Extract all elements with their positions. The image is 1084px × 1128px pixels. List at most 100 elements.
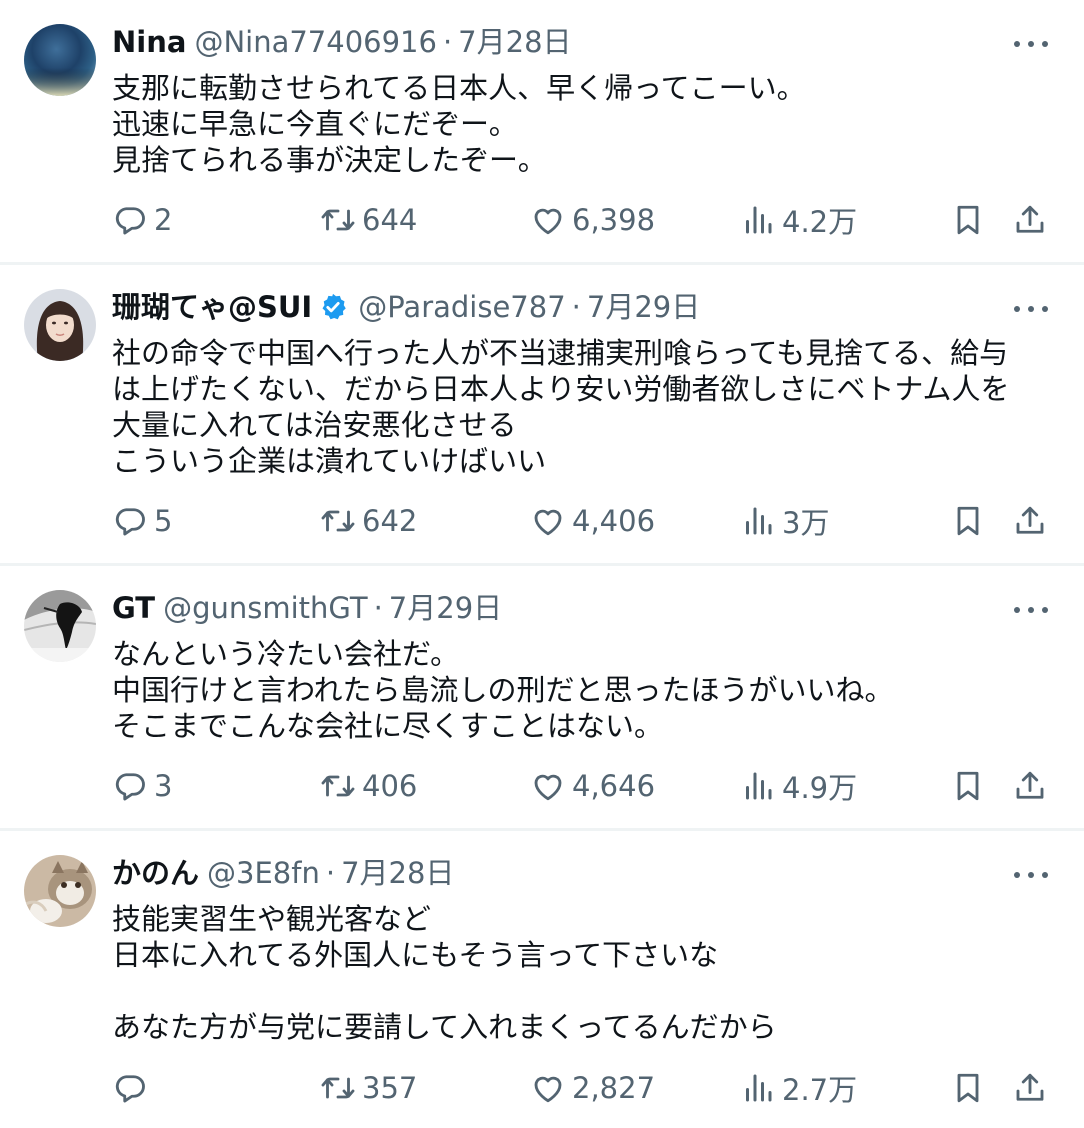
avatar-nina[interactable] [24,24,96,96]
repost-button[interactable]: 644 [320,198,417,242]
display-name[interactable]: かのん [112,853,199,893]
display-name[interactable]: Nina [112,22,186,62]
repost-button[interactable]: 642 [320,499,417,543]
tweet-4[interactable]: かのん @3E8fn · 7月28日 技能実習生や観光客など 日本に入れてる外国… [0,831,1084,1128]
share-button[interactable] [1012,764,1048,808]
views-count: 3万 [782,506,830,540]
action-bar: 2 644 6,398 4.2万 [112,198,1054,242]
handle[interactable]: @gunsmithGT [163,588,368,628]
share-icon [1016,1073,1044,1101]
handle[interactable]: @3E8fn [207,853,320,893]
tweet-1[interactable]: Nina @Nina77406916 · 7月28日 支那に転勤させられてる日本… [0,0,1084,262]
tweet-text-line: そこまでこんな会社に尽くすことはない。 [112,709,664,743]
tweet-header: GT @gunsmithGT · 7月29日 [112,588,1044,628]
avatar-sui[interactable] [24,289,96,361]
repost-icon [321,775,355,797]
tweet-text-line: 社の命令で中国へ行った人が不当逮捕実刑喰らっても見捨てる、給与 [112,336,1009,370]
share-button[interactable] [1012,198,1048,242]
more-icon[interactable] [1014,605,1048,615]
action-bar: 357 2,827 2.7万 [112,1066,1054,1110]
views-button[interactable]: 4.9万 [740,764,857,808]
like-button[interactable]: 6,398 [530,198,655,242]
share-button[interactable] [1012,1066,1048,1110]
reply-button[interactable]: 2 [112,198,172,242]
repost-button[interactable]: 357 [320,1066,417,1110]
repost-count: 644 [362,203,418,237]
bookmark-icon [957,506,979,536]
reply-button[interactable]: 5 [112,499,172,543]
tweet-text: 支那に転勤させられてる日本人、早く帰ってこーい。 迅速に早急に今直ぐにだぞー。 … [112,70,1054,178]
verified-badge-icon [322,293,346,320]
share-icon [1016,205,1044,233]
more-icon[interactable] [1014,304,1048,314]
tweet-text: なんという冷たい会社だ。 中国行けと言われたら島流しの刑だと思ったほうがいいね。… [112,636,1054,744]
like-button[interactable]: 2,827 [530,1066,655,1110]
separator-dot: · [442,25,453,59]
share-icon [1016,771,1044,799]
like-icon [534,774,562,801]
separator-dot: · [373,591,383,625]
reply-button[interactable] [112,1066,154,1110]
reply-icon [115,1075,145,1103]
tweet-3[interactable]: GT @gunsmithGT · 7月29日 なんという冷たい会社だ。 中国行け… [0,566,1084,828]
like-icon [534,208,562,235]
bookmark-button[interactable] [950,764,986,808]
like-count: 2,827 [572,1071,656,1105]
repost-icon [321,1077,355,1099]
tweet-date[interactable]: 7月28日 [341,853,454,893]
avatar-gt[interactable] [24,590,96,662]
tweet-date[interactable]: 7月29日 [587,287,700,327]
tweet-2[interactable]: 珊瑚てゃ@SUI @Paradise787 · 7月29日 社の命令で中国へ行っ… [0,265,1084,563]
reply-icon [115,773,145,801]
more-icon[interactable] [1014,870,1048,880]
like-count: 4,406 [572,504,656,538]
repost-count: 357 [362,1071,418,1105]
bookmark-button[interactable] [950,198,986,242]
bookmark-icon [957,205,979,235]
repost-button[interactable]: 406 [320,764,417,808]
bookmark-button[interactable] [950,499,986,543]
share-button[interactable] [1012,499,1048,543]
views-button[interactable]: 2.7万 [740,1066,857,1110]
more-icon[interactable] [1014,39,1048,49]
tweet-header: かのん @3E8fn · 7月28日 [112,853,1044,893]
like-count: 4,646 [572,769,656,803]
views-icon [746,1074,772,1102]
tweet-date[interactable]: 7月29日 [389,588,502,628]
tweet-text-line: 大量に入れては治安悪化させる [112,408,517,442]
views-count: 4.9万 [782,771,858,805]
bookmark-icon [957,771,979,801]
separator-dot: · [325,856,336,890]
reply-button[interactable]: 3 [112,764,172,808]
display-name[interactable]: GT [112,588,155,628]
tweet-text-line: 支那に転勤させられてる日本人、早く帰ってこーい。 [112,71,806,105]
tweet-header: 珊瑚てゃ@SUI @Paradise787 · 7月29日 [112,287,1044,327]
repost-count: 406 [362,769,418,803]
action-bar: 3 406 4,646 4.9万 [112,764,1054,808]
share-icon [1016,506,1044,534]
tweet-text-line: は上げたくない、だから日本人より安い労働者欲しさにベトナム人を [112,372,1010,406]
reply-feed: Nina @Nina77406916 · 7月28日 支那に転勤させられてる日本… [0,0,1084,1128]
like-icon [534,1076,562,1103]
like-count: 6,398 [572,203,656,237]
tweet-text-line: 中国行けと言われたら島流しの刑だと思ったほうがいいね。 [112,673,894,707]
tweet-text-line: 技能実習生や観光客など [112,902,432,936]
views-icon [746,507,772,535]
like-button[interactable]: 4,646 [530,764,655,808]
views-button[interactable]: 3万 [740,499,829,543]
tweet-text: 技能実習生や観光客など 日本に入れてる外国人にもそう言って下さいな あなた方が与… [112,901,1054,1045]
views-button[interactable]: 4.2万 [740,198,857,242]
views-count: 4.2万 [782,205,858,239]
tweet-date[interactable]: 7月28日 [458,22,571,62]
tweet-text-line: あなた方が与党に要請して入れまくってるんだから [112,1010,777,1044]
bookmark-button[interactable] [950,1066,986,1110]
views-count: 2.7万 [782,1073,858,1107]
like-button[interactable]: 4,406 [530,499,655,543]
tweet-text-line: 迅速に早急に今直ぐにだぞー。 [112,107,518,141]
display-name[interactable]: 珊瑚てゃ@SUI [112,287,312,327]
bookmark-icon [957,1073,979,1103]
repost-icon [321,209,355,231]
handle[interactable]: @Nina77406916 [194,22,437,62]
avatar-kanon[interactable] [24,855,96,927]
handle[interactable]: @Paradise787 [358,287,565,327]
